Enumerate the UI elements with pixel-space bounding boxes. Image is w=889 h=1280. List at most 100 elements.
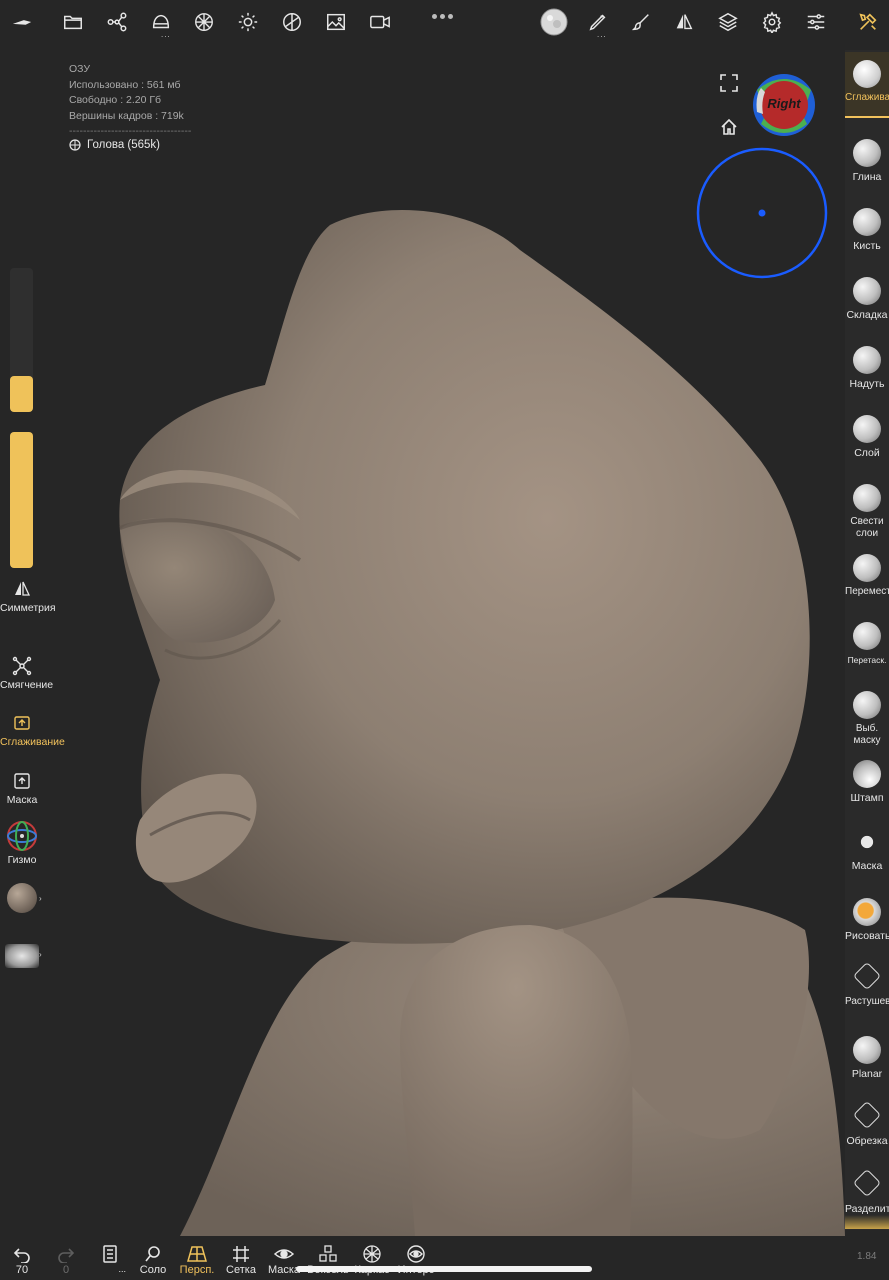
scene-graph-icon[interactable] bbox=[105, 10, 129, 34]
settings-gear-icon[interactable] bbox=[760, 10, 784, 34]
flatten-brush-icon bbox=[853, 484, 881, 512]
brush-drag-brush[interactable]: Перетаск. bbox=[845, 614, 889, 674]
brush-crease-brush[interactable]: Складка bbox=[845, 269, 889, 329]
brush-smooth-brush[interactable]: Сглаживание bbox=[845, 52, 889, 118]
brush-label: Выб. маску bbox=[853, 723, 881, 746]
brush-paint-brush[interactable]: Рисовать bbox=[845, 890, 889, 950]
brush-layer-brush[interactable]: Слой bbox=[845, 407, 889, 467]
logo-icon[interactable] bbox=[10, 10, 34, 34]
more-dots-icon[interactable] bbox=[432, 6, 458, 19]
matcap-chevron-icon: › bbox=[39, 894, 42, 903]
perspective-label: Персп. bbox=[179, 1264, 215, 1276]
smooth-shortcut-label: Сглаживание bbox=[0, 736, 65, 748]
clay-brush-icon bbox=[853, 139, 881, 167]
radius-slider[interactable] bbox=[10, 268, 33, 412]
grid-button[interactable]: Сетка bbox=[219, 1244, 263, 1276]
view-cube[interactable]: Right bbox=[751, 72, 817, 138]
symmetry-toggle-icon bbox=[0, 578, 44, 600]
smooth-shortcut[interactable]: Сглаживание bbox=[0, 712, 65, 748]
brush-label: Кисть bbox=[853, 240, 881, 252]
brush-label: Растушевка bbox=[845, 996, 889, 1007]
fullscreen-icon[interactable] bbox=[720, 74, 738, 92]
smooth-brush-icon bbox=[853, 60, 881, 88]
brush-label: Штамп bbox=[850, 792, 884, 804]
redo-button[interactable]: 0 bbox=[44, 1244, 88, 1276]
pivot-ring[interactable] bbox=[696, 147, 828, 279]
brush-label: Переместить bbox=[845, 586, 889, 597]
top-toolbar: ... ... bbox=[0, 0, 889, 44]
crease-brush-icon bbox=[853, 277, 881, 305]
brush-mask-brush[interactable]: Маска bbox=[845, 820, 889, 880]
light-icon[interactable] bbox=[236, 10, 260, 34]
history-button[interactable]: ... bbox=[88, 1244, 132, 1274]
mesh-info[interactable]: Голова (565k) bbox=[69, 139, 160, 151]
perspective-button[interactable]: Персп. bbox=[175, 1244, 219, 1276]
ram-title: ОЗУ bbox=[69, 63, 91, 75]
tools-icon[interactable] bbox=[856, 10, 880, 34]
brush-label: Planar bbox=[851, 1068, 883, 1080]
stats-separator: ----------------------------------- bbox=[69, 125, 192, 137]
bottom-toolbar: 70 0 ... Соло Персп. Сетка Маска Вокcель… bbox=[0, 1236, 889, 1280]
brush-inflate-brush[interactable]: Надуть bbox=[845, 338, 889, 398]
smudge-brush-icon bbox=[852, 961, 882, 991]
brush-label: Перетаск. bbox=[847, 655, 887, 665]
layers-icon[interactable] bbox=[716, 10, 740, 34]
smoothing-toggle[interactable]: Смягчение bbox=[0, 655, 53, 691]
symmetry-toggle[interactable]: Симметрия bbox=[0, 578, 56, 614]
inflate-brush-icon bbox=[853, 346, 881, 374]
home-view-icon[interactable] bbox=[720, 118, 738, 136]
texture-chevron-icon: › bbox=[39, 950, 42, 959]
version-label: 1.84 bbox=[857, 1251, 877, 1262]
texture-thumbnail-icon[interactable] bbox=[5, 944, 39, 968]
mask-shortcut[interactable]: Маска bbox=[0, 770, 44, 806]
brush-icon bbox=[853, 208, 881, 236]
brush-label: Свести слои bbox=[850, 516, 884, 539]
wireframe-icon bbox=[350, 1244, 394, 1264]
planar-brush-icon bbox=[853, 1036, 881, 1064]
alpha-brush-icon[interactable] bbox=[539, 7, 569, 37]
smoothing-icon bbox=[0, 655, 44, 677]
mesh-name: Голова (565k) bbox=[87, 139, 161, 151]
intensity-slider[interactable] bbox=[10, 432, 33, 568]
brush-label: Маска bbox=[851, 860, 883, 872]
brush-label: Надуть bbox=[849, 378, 885, 390]
gizmo-shortcut[interactable]: Гизмо bbox=[0, 820, 44, 866]
brush-label: Глина bbox=[852, 171, 882, 183]
mask-shortcut-label: Маска bbox=[6, 794, 38, 806]
symmetry-icon[interactable] bbox=[672, 10, 696, 34]
undo-button[interactable]: 70 bbox=[0, 1244, 44, 1276]
topology-icon[interactable] bbox=[192, 10, 216, 34]
split-brush-icon bbox=[852, 1168, 882, 1198]
brush-select-mask-brush[interactable]: Выб. маску bbox=[845, 683, 889, 746]
brush-brush[interactable]: Кисть bbox=[845, 200, 889, 260]
brush-smudge-brush[interactable]: Растушевка bbox=[845, 958, 889, 1020]
paint-brush-icon bbox=[853, 898, 881, 926]
gizmo-icon bbox=[0, 820, 44, 852]
trim-brush-icon bbox=[852, 1100, 882, 1130]
home-indicator[interactable] bbox=[296, 1266, 592, 1272]
undo-icon bbox=[0, 1244, 44, 1264]
sliders-icon[interactable] bbox=[804, 10, 828, 34]
ram-used: Использовано : 561 мб bbox=[69, 78, 181, 91]
brush-planar-brush[interactable]: Planar bbox=[845, 1028, 889, 1088]
brush-move-brush[interactable]: Переместить bbox=[845, 546, 889, 608]
video-icon[interactable] bbox=[368, 10, 392, 34]
brush-stamp-brush[interactable]: Штамп bbox=[845, 752, 889, 812]
redo-count: 0 bbox=[62, 1264, 70, 1276]
move-brush-icon bbox=[853, 554, 881, 582]
material-icon[interactable] bbox=[280, 10, 304, 34]
brush-panel-footer bbox=[845, 1215, 889, 1229]
mesh-icon bbox=[69, 139, 81, 151]
stamp-brush-icon bbox=[853, 760, 881, 788]
matcap-ball-icon[interactable] bbox=[7, 883, 37, 913]
brush-clay-brush[interactable]: Глина bbox=[845, 131, 889, 191]
brush-trim-brush[interactable]: Обрезка bbox=[845, 1097, 889, 1157]
brush-label: Рисовать bbox=[845, 930, 889, 942]
paint-brush-icon[interactable] bbox=[629, 10, 653, 34]
folder-icon[interactable] bbox=[61, 10, 85, 34]
eye-icon bbox=[262, 1244, 306, 1264]
grid-label: Сетка bbox=[226, 1264, 256, 1276]
brush-flatten-brush[interactable]: Свести слои bbox=[845, 476, 889, 539]
image-icon[interactable] bbox=[324, 10, 348, 34]
solo-button[interactable]: Соло bbox=[131, 1244, 175, 1276]
